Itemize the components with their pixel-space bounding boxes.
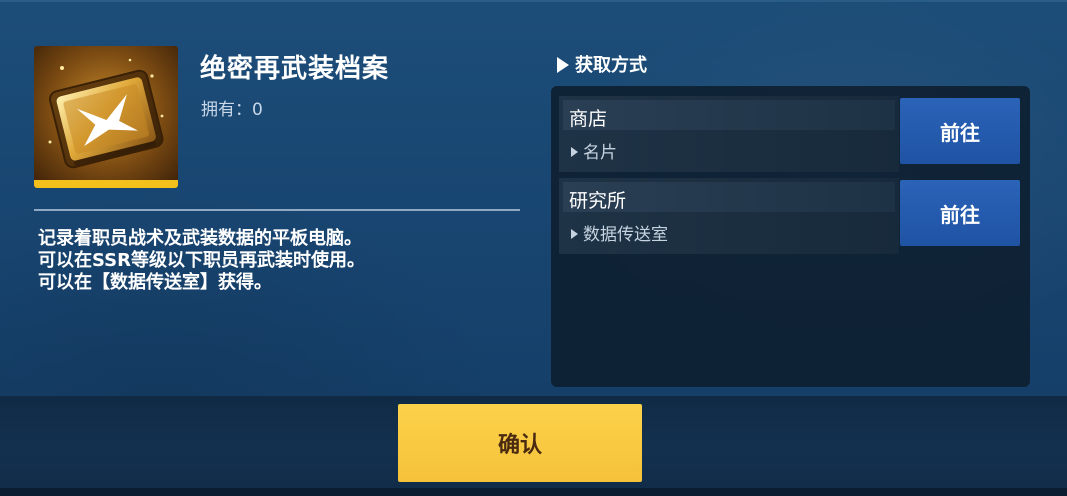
owned-count: 拥有：0 — [201, 95, 263, 120]
gold-tablet-icon — [34, 46, 178, 188]
description-line: 记录着职员战术及武装数据的平板电脑。 — [38, 228, 362, 249]
small-triangle-icon — [571, 147, 578, 157]
owned-label: 拥有： — [201, 100, 252, 120]
source-sub-text: 名片 — [583, 143, 617, 163]
goto-lab-button[interactable]: 前往 — [900, 180, 1020, 246]
description-line: 可以在SSR等级以下职员再武装时使用。 — [38, 250, 365, 271]
source-sub: 名片 — [571, 138, 617, 163]
source-sub-text: 数据传送室 — [583, 225, 668, 245]
play-triangle-icon — [557, 57, 569, 73]
owned-value: 0 — [252, 100, 263, 120]
item-name: 绝密再武装档案 — [200, 54, 390, 84]
item-description: 记录着职员战术及武装数据的平板电脑。 可以在SSR等级以下职员再武装时使用。 可… — [38, 228, 518, 294]
divider — [34, 209, 520, 211]
rarity-bar — [34, 180, 178, 188]
top-edge-line — [0, 0, 1067, 2]
description-line: 可以在【数据传送室】获得。 — [38, 272, 272, 293]
acquisition-panel: 商店 名片 前往 研究所 数据传送室 前往 — [551, 86, 1030, 387]
item-detail-popup: 绝密再武装档案 拥有：0 记录着职员战术及武装数据的平板电脑。 可以在SSR等级… — [0, 0, 1067, 496]
source-name: 研究所 — [569, 190, 627, 212]
confirm-button[interactable]: 确认 — [398, 404, 642, 482]
source-row-shop: 商店 名片 前往 — [559, 96, 1022, 172]
source-row-header — [563, 100, 895, 130]
source-name: 商店 — [569, 108, 608, 130]
source-sub: 数据传送室 — [571, 220, 668, 245]
small-triangle-icon — [571, 229, 578, 239]
acquisition-title: 获取方式 — [557, 51, 647, 77]
acquisition-title-text: 获取方式 — [575, 55, 647, 76]
source-row-lab: 研究所 数据传送室 前往 — [559, 178, 1022, 254]
goto-shop-button[interactable]: 前往 — [900, 98, 1020, 164]
